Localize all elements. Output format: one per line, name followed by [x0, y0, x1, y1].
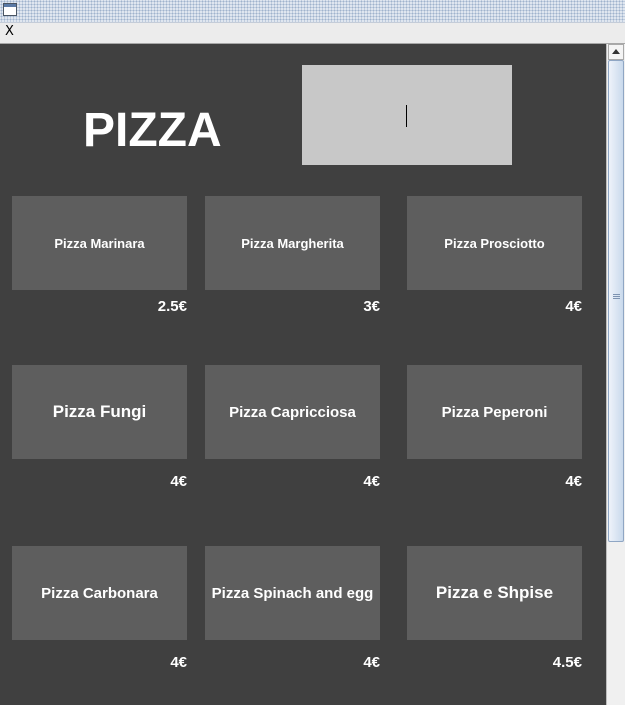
price-label: 4€ [565, 298, 582, 315]
window-icon[interactable] [3, 3, 17, 16]
price-label: 2.5€ [157, 298, 187, 315]
text-caret [406, 105, 407, 127]
search-input[interactable] [302, 65, 512, 165]
grip-line [613, 294, 620, 295]
pizza-button-e-shpise[interactable]: Pizza e Shpise [407, 546, 582, 640]
pizza-button-marinara[interactable]: Pizza Marinara [12, 196, 187, 290]
grip-line [613, 296, 620, 297]
price-label: 4€ [363, 654, 380, 671]
price-label: 3€ [363, 298, 380, 315]
close-menu-item[interactable]: X [5, 24, 14, 39]
pizza-button-margherita[interactable]: Pizza Margherita [205, 196, 380, 290]
pizza-button-capricciosa[interactable]: Pizza Capricciosa [205, 365, 380, 459]
scroll-thumb[interactable] [608, 60, 624, 542]
page-title: PIZZA [83, 104, 222, 157]
content-panel: PIZZA Pizza Marinara Pizza Margherita Pi… [0, 44, 606, 705]
price-label: 4€ [170, 654, 187, 671]
pizza-button-peperoni[interactable]: Pizza Peperoni [407, 365, 582, 459]
menu-bar: X [0, 23, 625, 44]
vertical-scrollbar[interactable] [606, 44, 625, 705]
price-label: 4€ [565, 473, 582, 490]
price-label: 4€ [363, 473, 380, 490]
pizza-button-carbonara[interactable]: Pizza Carbonara [12, 546, 187, 640]
pizza-button-fungi[interactable]: Pizza Fungi [12, 365, 187, 459]
pizza-button-prosciotto[interactable]: Pizza Prosciotto [407, 196, 582, 290]
grip-line [613, 298, 620, 299]
window-title-bar[interactable] [0, 0, 625, 23]
scroll-up-arrow-icon[interactable] [608, 44, 624, 60]
price-label: 4.5€ [552, 654, 582, 671]
price-label: 4€ [170, 473, 187, 490]
pizza-button-spinach-and-egg[interactable]: Pizza Spinach and egg [205, 546, 380, 640]
